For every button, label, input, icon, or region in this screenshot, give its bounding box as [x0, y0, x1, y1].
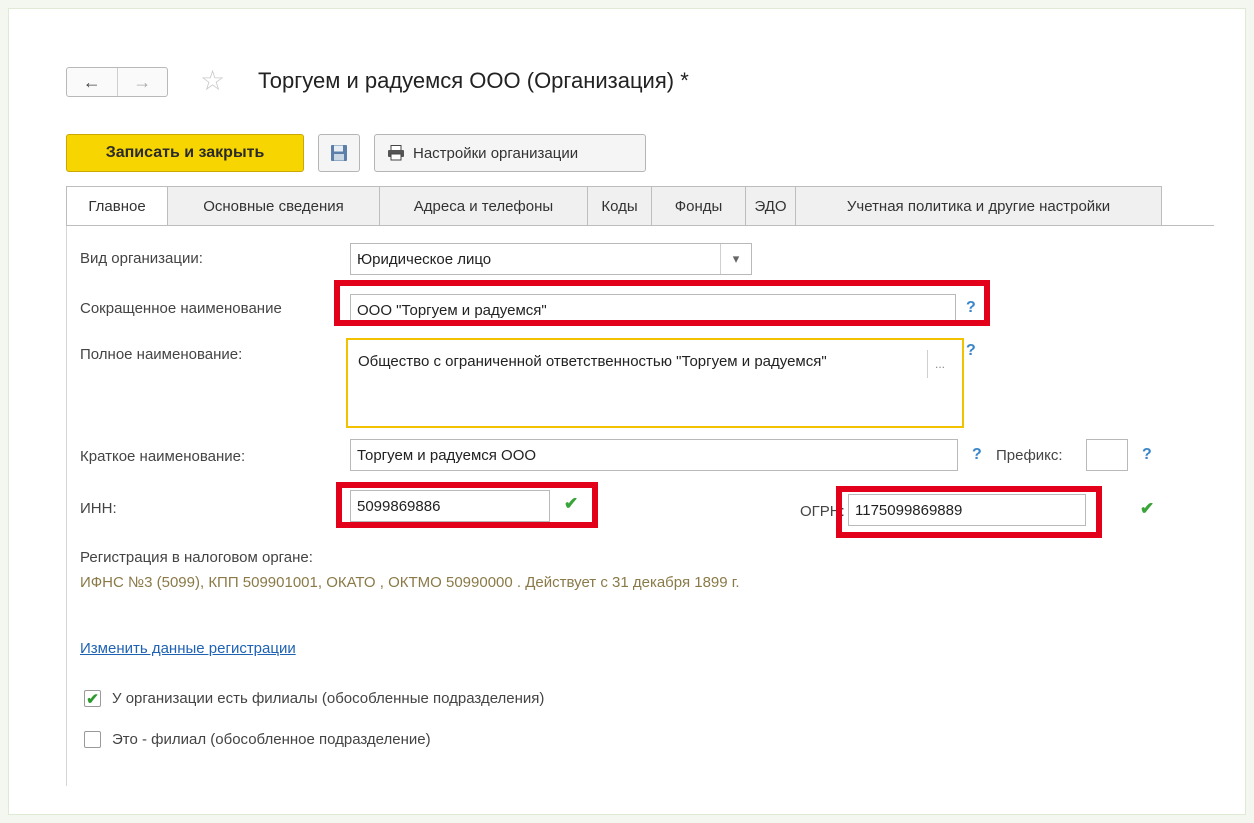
- org-type-value: Юридическое лицо: [357, 250, 492, 268]
- tab-funds[interactable]: Фонды: [652, 186, 746, 226]
- forward-arrow-icon[interactable]: →: [116, 68, 168, 96]
- prefix-label: Префикс:: [996, 447, 1063, 464]
- tab-divider: [66, 225, 1214, 226]
- prefix-input[interactable]: [1086, 439, 1128, 471]
- brief-name-label: Краткое наименование:: [80, 448, 246, 465]
- content-left-border: [66, 226, 67, 786]
- has-branches-checkbox[interactable]: ✔: [84, 690, 101, 708]
- is-branch-checkbox[interactable]: [84, 731, 101, 748]
- help-icon[interactable]: ?: [972, 446, 982, 464]
- favorite-star-icon[interactable]: ☆: [200, 66, 225, 96]
- chevron-down-icon[interactable]: ▾: [720, 244, 751, 274]
- full-name-value: Общество с ограниченной ответственностью…: [358, 353, 827, 370]
- tab-edo[interactable]: ЭДО: [746, 186, 796, 226]
- org-type-label: Вид организации:: [80, 250, 203, 267]
- back-arrow-icon[interactable]: ←: [67, 68, 117, 96]
- has-branches-label: У организации есть филиалы (обособленные…: [112, 690, 545, 707]
- help-icon[interactable]: ?: [966, 342, 976, 360]
- page-title: Торгуем и радуемся ООО (Организация) *: [258, 68, 689, 93]
- save-button[interactable]: [318, 134, 360, 172]
- tax-registration-label: Регистрация в налоговом органе:: [80, 549, 313, 566]
- tab-basic-info[interactable]: Основные сведения: [168, 186, 380, 226]
- org-settings-label: Настройки организации: [413, 144, 579, 162]
- inn-label: ИНН:: [80, 500, 117, 517]
- brief-name-input[interactable]: Торгуем и радуемся ООО: [350, 439, 958, 471]
- highlight-box: [336, 482, 598, 528]
- highlight-box: [836, 486, 1102, 538]
- ellipsis-button[interactable]: ...: [927, 350, 952, 378]
- checkmark-icon: ✔: [1140, 499, 1155, 518]
- tax-registration-details: ИФНС №3 (5099), КПП 509901001, ОКАТО , О…: [80, 574, 740, 591]
- highlight-box: [334, 280, 990, 326]
- tab-accounting-policy[interactable]: Учетная политика и другие настройки: [796, 186, 1162, 226]
- printer-icon: [388, 145, 404, 161]
- floppy-disk-icon: [331, 145, 347, 161]
- tab-main[interactable]: Главное: [66, 186, 168, 226]
- change-registration-link[interactable]: Изменить данные регистрации: [80, 640, 296, 657]
- tab-addresses-phones[interactable]: Адреса и телефоны: [380, 186, 588, 226]
- tab-strip: Главное Основные сведения Адреса и телеф…: [66, 186, 1162, 226]
- history-nav: ← →: [66, 67, 168, 97]
- tab-codes[interactable]: Коды: [588, 186, 652, 226]
- help-icon[interactable]: ?: [1142, 446, 1152, 464]
- save-and-close-button[interactable]: Записать и закрыть: [66, 134, 304, 172]
- short-name-label: Сокращенное наименование: [80, 300, 282, 317]
- org-settings-button[interactable]: Настройки организации: [374, 134, 646, 172]
- full-name-textarea[interactable]: Общество с ограниченной ответственностью…: [346, 338, 964, 428]
- org-type-select[interactable]: Юридическое лицо ▾: [350, 243, 752, 275]
- is-branch-label: Это - филиал (обособленное подразделение…: [112, 731, 431, 748]
- full-name-label: Полное наименование:: [80, 346, 243, 363]
